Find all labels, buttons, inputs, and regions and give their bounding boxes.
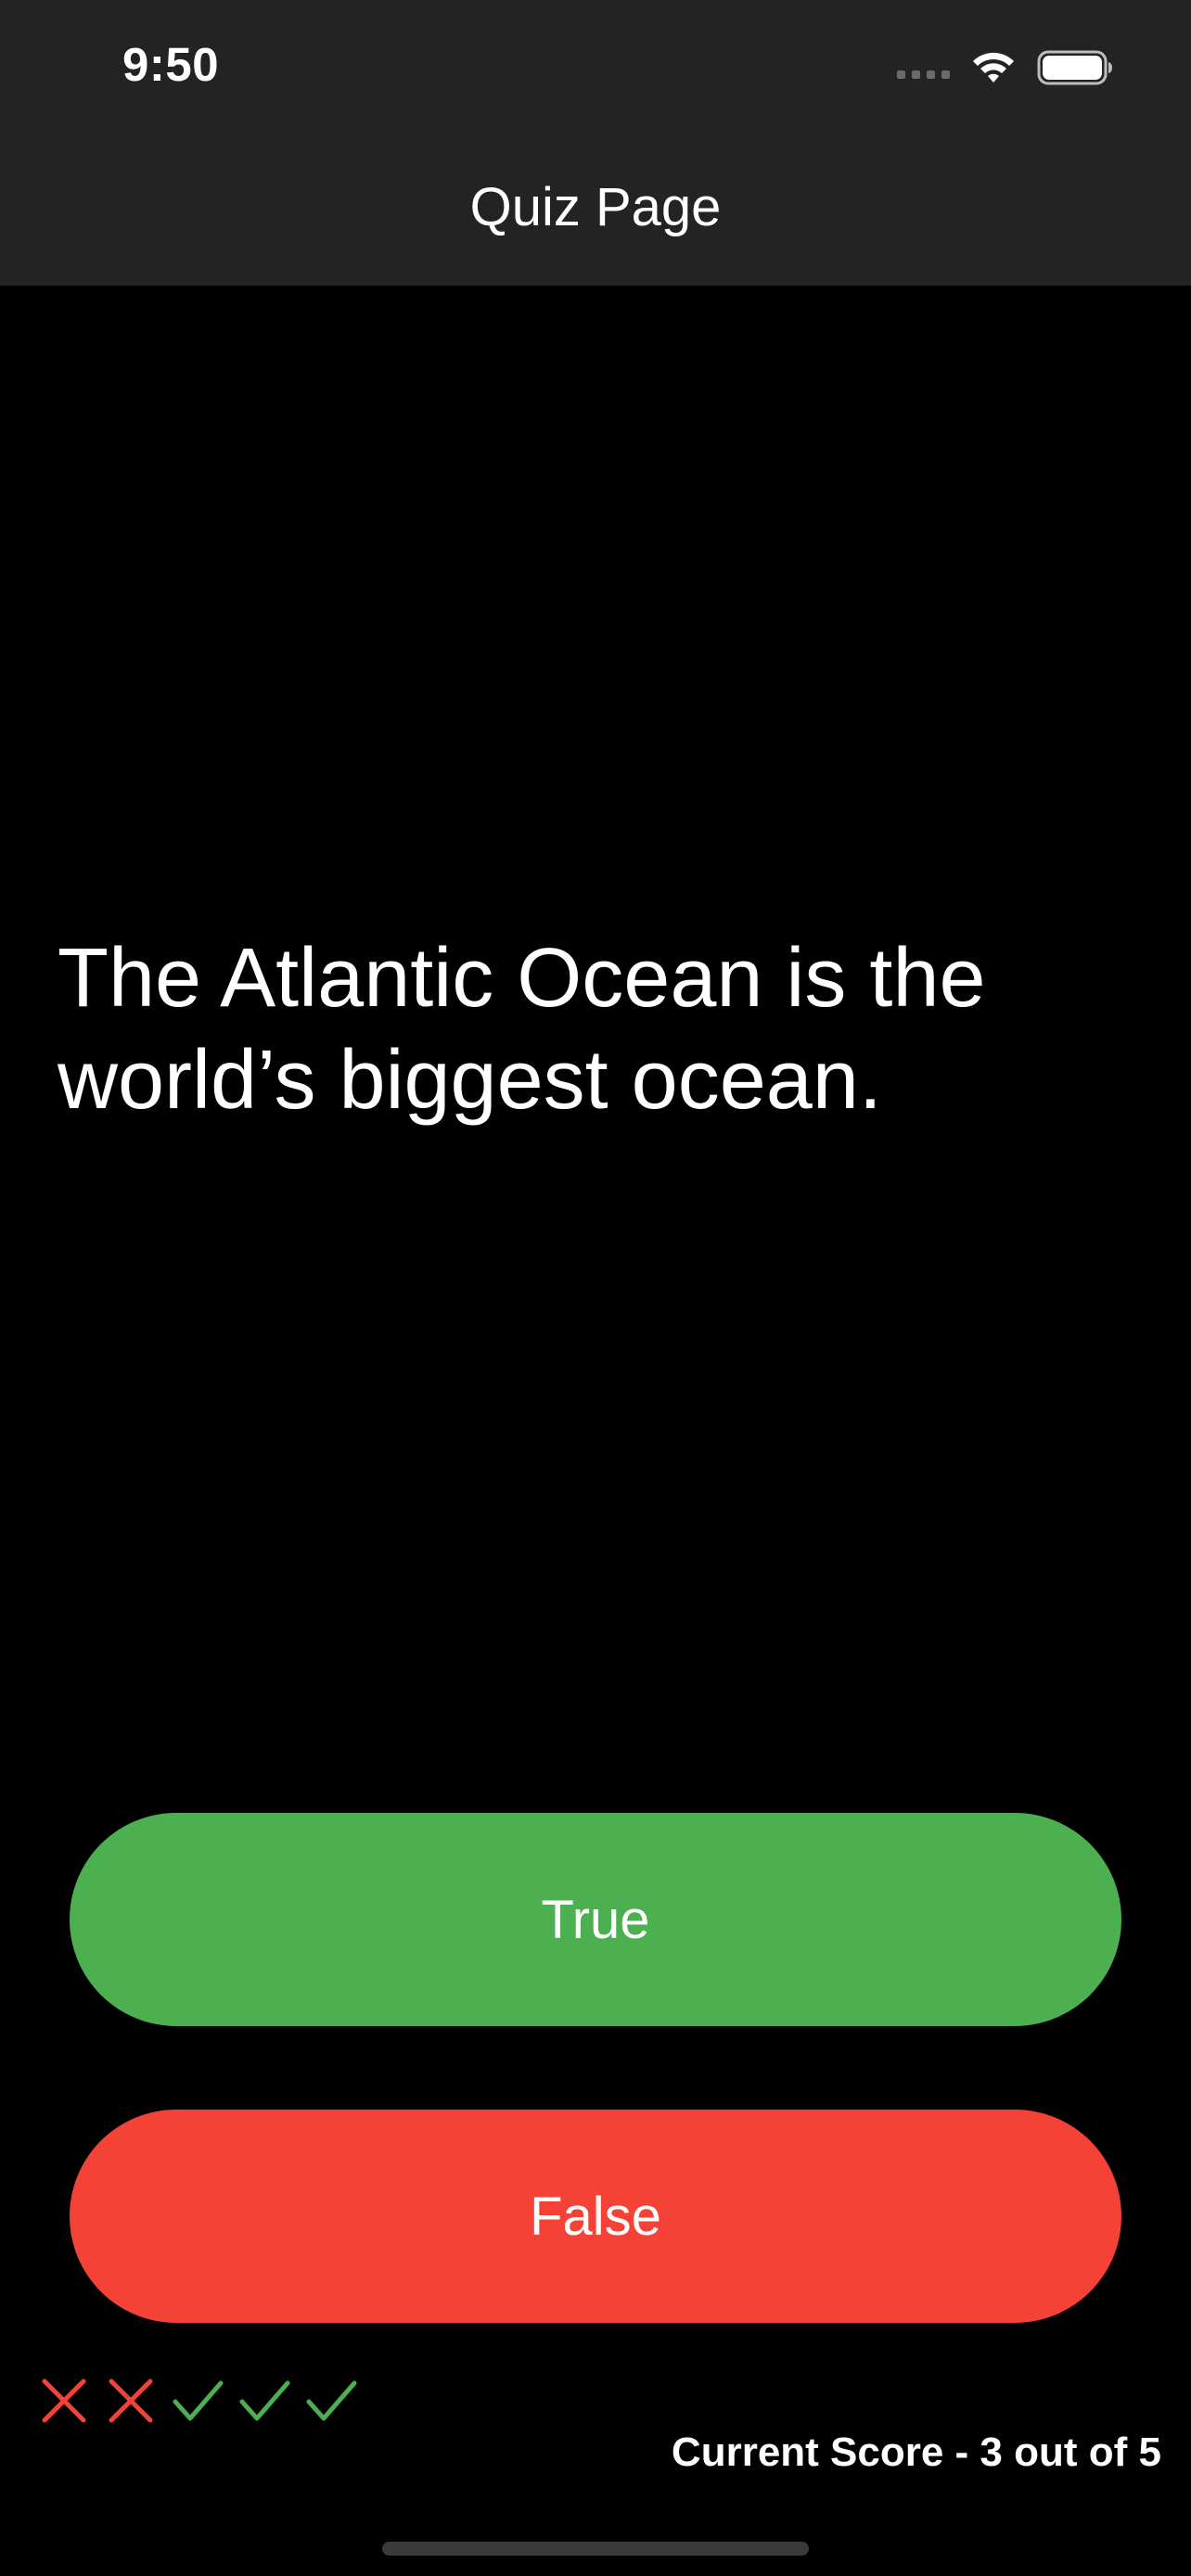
cross-icon bbox=[109, 2378, 153, 2423]
check-icon bbox=[173, 2380, 224, 2421]
score-keeper bbox=[37, 2374, 358, 2428]
battery-icon bbox=[1037, 50, 1112, 85]
home-indicator[interactable] bbox=[382, 2542, 809, 2556]
cellular-signal-icon bbox=[897, 70, 950, 79]
status-time: 9:50 bbox=[122, 38, 220, 91]
page-title: Quiz Page bbox=[469, 177, 722, 237]
check-icon bbox=[239, 2380, 290, 2421]
false-button[interactable]: False bbox=[70, 2110, 1121, 2323]
cross-icon bbox=[42, 2378, 86, 2423]
wifi-icon bbox=[973, 52, 1014, 83]
question-text: The Atlantic Ocean is the world’s bigges… bbox=[58, 932, 986, 1127]
current-score: Current Score - 3 out of 5 bbox=[671, 2429, 1161, 2475]
check-icon bbox=[306, 2380, 357, 2421]
true-button[interactable]: True bbox=[70, 1813, 1121, 2026]
status-icons bbox=[897, 45, 1113, 91]
app-header: 9:50 Quiz Page bbox=[0, 0, 1191, 286]
